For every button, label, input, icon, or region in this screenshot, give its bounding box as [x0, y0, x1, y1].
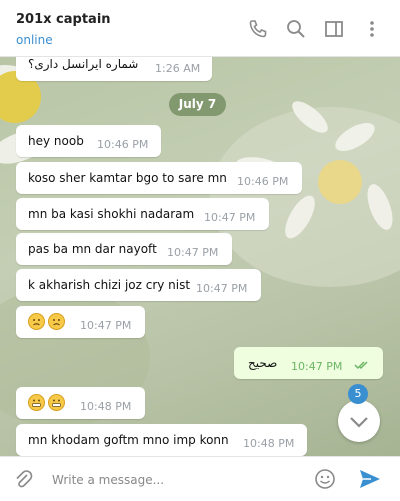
message-time: 10:48 PM [243, 437, 295, 450]
unread-count-badge: 5 [348, 384, 368, 404]
message-text: pas ba mn dar nayoft [28, 242, 157, 256]
message-bubble[interactable]: 10:47 PM [16, 306, 145, 338]
message-time: 10:48 PM [80, 400, 132, 413]
message-input[interactable] [50, 469, 304, 491]
message-text: mn ba kasi shokhi nadaram [28, 207, 195, 221]
emoji-icon[interactable] [314, 468, 336, 494]
message-time: 10:47 PM [167, 246, 219, 259]
message-time: 10:47 PM [196, 282, 248, 295]
more-options-icon[interactable] [361, 18, 383, 40]
message-bubble-outgoing[interactable]: صحیح 10:47 PM [234, 347, 383, 379]
search-icon[interactable] [285, 18, 307, 40]
message-time: 10:46 PM [237, 175, 289, 188]
message-bubble[interactable]: mn ba kasi shokhi nadaram 10:47 PM [16, 198, 269, 230]
message-bubble[interactable]: koso sher kamtar bgo to sare mn 10:46 PM [16, 162, 302, 194]
message-bubble[interactable]: 10:48 PM [16, 387, 145, 419]
read-double-check-icon [354, 359, 372, 373]
chat-status: online [16, 33, 53, 47]
message-bubble[interactable]: شماره ایرانسل داری؟ 1:26 AM [16, 57, 212, 81]
message-emoji [28, 394, 68, 411]
grimacing-face-emoji-icon [28, 394, 45, 411]
grimacing-face-emoji-icon [48, 394, 65, 411]
message-text: k akharish chizi joz cry nist [28, 278, 191, 292]
message-time: 10:47 PM [204, 211, 256, 224]
message-text: hey noob [28, 134, 84, 148]
attach-icon[interactable] [12, 468, 34, 494]
message-composer [0, 456, 400, 501]
phone-icon[interactable] [247, 18, 269, 40]
message-time: 10:46 PM [97, 138, 149, 151]
chat-header: 201x captain online [0, 0, 400, 57]
chevron-down-icon [350, 417, 368, 428]
message-emoji [28, 313, 68, 330]
message-time: 1:26 AM [155, 62, 201, 75]
frowning-face-emoji-icon [48, 313, 65, 330]
message-text: صحیح [248, 356, 278, 370]
message-text: mn khodam goftm mno imp konn [28, 433, 229, 447]
message-time: 10:47 PM [80, 319, 132, 332]
chat-title[interactable]: 201x captain [16, 12, 111, 27]
message-bubble[interactable]: mn khodam goftm mno imp konn 10:48 PM [16, 424, 307, 456]
sidebar-toggle-icon[interactable] [323, 18, 345, 40]
message-text: شماره ایرانسل داری؟ [28, 57, 139, 71]
message-bubble[interactable]: pas ba mn dar nayoft 10:47 PM [16, 233, 232, 265]
frowning-face-emoji-icon [28, 313, 45, 330]
message-bubble[interactable]: hey noob 10:46 PM [16, 125, 161, 157]
scroll-to-bottom-button[interactable] [338, 400, 380, 442]
date-separator: July 7 [169, 93, 226, 116]
message-list[interactable]: شماره ایرانسل داری؟ 1:26 AM July 7 hey n… [0, 57, 400, 456]
send-icon[interactable] [358, 467, 382, 495]
message-time: 10:47 PM [291, 360, 343, 373]
message-bubble[interactable]: k akharish chizi joz cry nist 10:47 PM [16, 269, 261, 301]
message-text: koso sher kamtar bgo to sare mn [28, 171, 227, 185]
